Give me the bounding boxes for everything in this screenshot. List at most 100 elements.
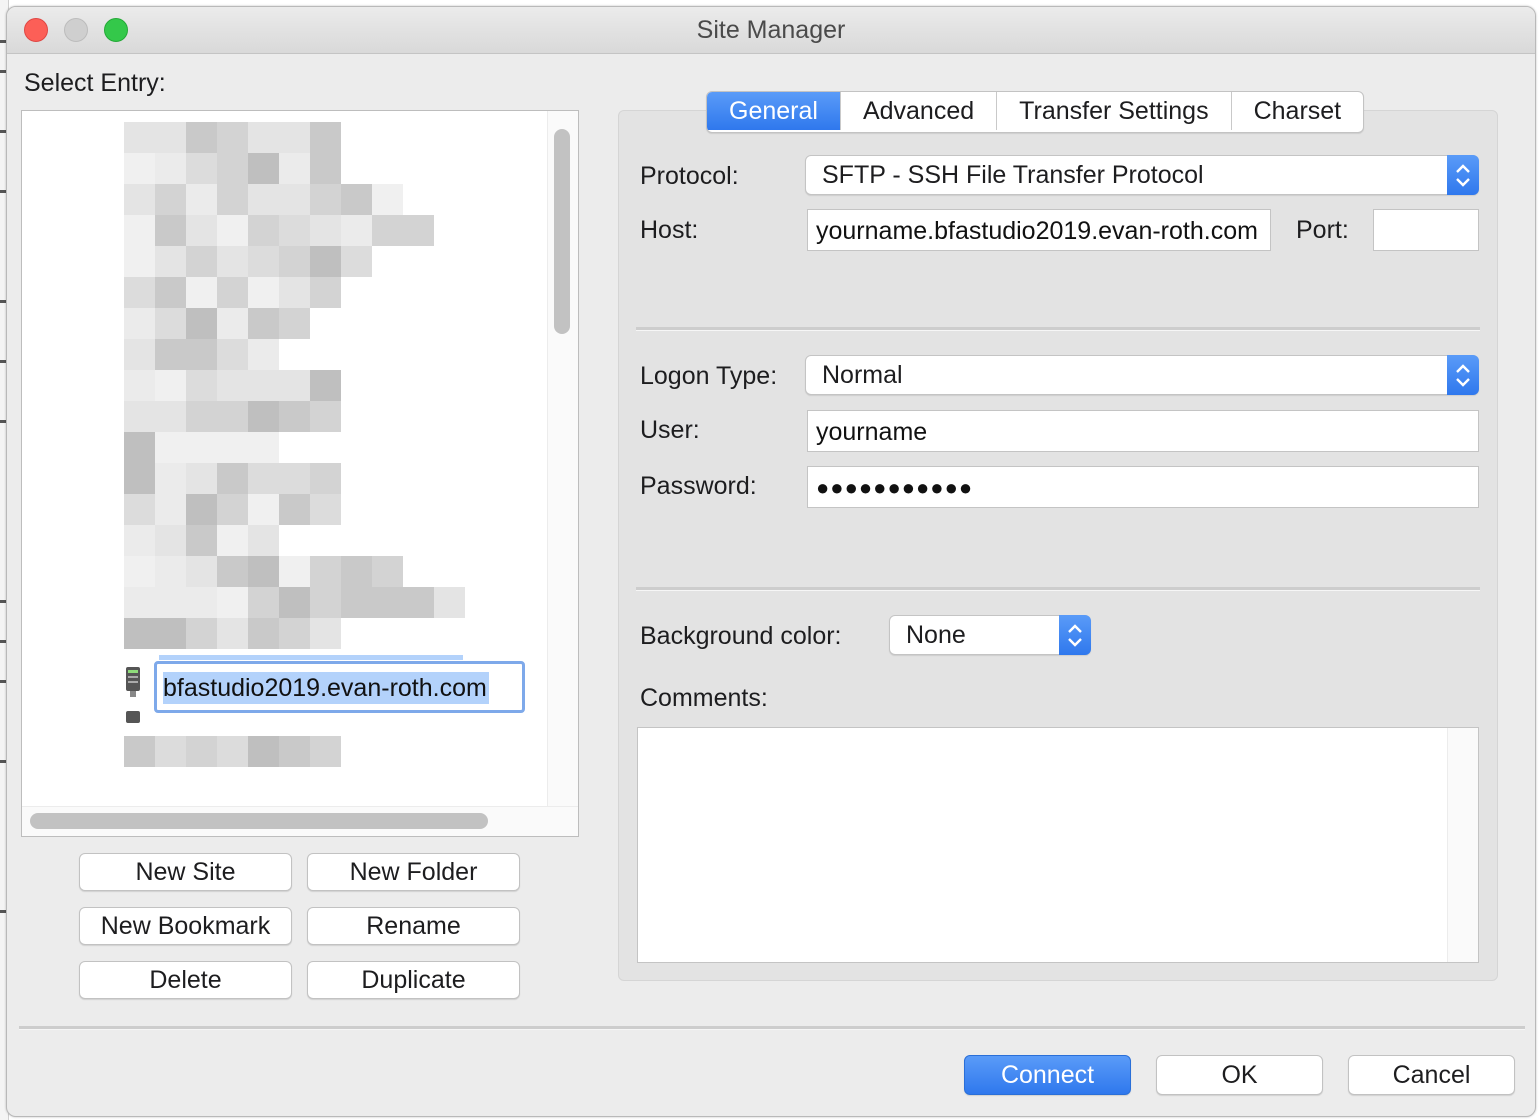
rename-button[interactable]: Rename <box>307 907 520 945</box>
connect-button[interactable]: Connect <box>964 1055 1131 1095</box>
blurred-pixel <box>186 277 217 308</box>
background-color-select[interactable]: None <box>889 615 1091 655</box>
blurred-pixel <box>310 122 341 153</box>
blurred-pixel <box>372 215 403 246</box>
tree-horizontal-scroll-thumb[interactable] <box>30 813 488 829</box>
tab-general[interactable]: General <box>707 92 841 130</box>
blurred-pixel <box>186 618 217 649</box>
delete-button[interactable]: Delete <box>79 961 292 999</box>
blurred-pixel <box>279 370 310 401</box>
password-label: Password: <box>640 472 757 500</box>
logon-type-value: Normal <box>822 361 903 389</box>
port-label: Port: <box>1296 216 1349 244</box>
blurred-pixel <box>310 246 341 277</box>
blurred-pixel <box>186 308 217 339</box>
blurred-pixel <box>155 184 186 215</box>
blurred-pixel <box>341 556 372 587</box>
blurred-pixel <box>124 556 155 587</box>
settings-tabs: General Advanced Transfer Settings Chars… <box>706 91 1365 133</box>
user-label: User: <box>640 416 700 444</box>
protocol-select[interactable]: SFTP - SSH File Transfer Protocol <box>805 155 1479 195</box>
blurred-pixel <box>248 308 279 339</box>
blurred-pixel <box>217 122 248 153</box>
blurred-pixel <box>310 153 341 184</box>
blurred-pixel <box>372 556 403 587</box>
blurred-pixel <box>155 494 186 525</box>
blurred-pixel <box>124 463 155 494</box>
cancel-button[interactable]: Cancel <box>1348 1055 1515 1095</box>
blurred-pixel <box>310 736 341 767</box>
tab-advanced[interactable]: Advanced <box>841 92 998 130</box>
blurred-pixel <box>124 184 155 215</box>
blurred-pixel <box>186 370 217 401</box>
blurred-pixel <box>279 277 310 308</box>
site-name-edit-field[interactable]: bfastudio2019.evan-roth.com <box>154 655 525 713</box>
blurred-pixel <box>217 308 248 339</box>
server-icon <box>126 667 140 697</box>
ok-button[interactable]: OK <box>1156 1055 1323 1095</box>
new-folder-button[interactable]: New Folder <box>307 853 520 891</box>
blurred-pixel <box>124 401 155 432</box>
blurred-pixel <box>248 153 279 184</box>
blurred-pixel <box>124 246 155 277</box>
logon-type-label: Logon Type: <box>640 362 778 390</box>
password-value: ●●●●●●●●●●● <box>816 475 974 500</box>
comments-scrollbar[interactable] <box>1447 728 1478 962</box>
password-input[interactable]: ●●●●●●●●●●● <box>807 466 1479 508</box>
tab-charset[interactable]: Charset <box>1232 92 1364 130</box>
blurred-pixel <box>155 401 186 432</box>
blurred-pixel <box>217 153 248 184</box>
user-input[interactable]: yourname <box>807 410 1479 452</box>
blurred-pixel <box>155 556 186 587</box>
host-label: Host: <box>640 216 699 244</box>
blurred-pixel <box>248 339 279 370</box>
port-input[interactable] <box>1373 209 1479 251</box>
blurred-pixel <box>124 277 155 308</box>
blurred-pixel <box>217 339 248 370</box>
blurred-pixel <box>279 215 310 246</box>
blurred-pixel <box>248 122 279 153</box>
server-icon <box>126 711 140 723</box>
blurred-pixel <box>372 587 403 618</box>
blurred-pixel <box>279 401 310 432</box>
blurred-pixel <box>217 463 248 494</box>
blurred-pixel <box>186 432 217 463</box>
blurred-pixel <box>217 184 248 215</box>
blurred-pixel <box>279 246 310 277</box>
blurred-pixel <box>186 587 217 618</box>
tab-transfer-settings[interactable]: Transfer Settings <box>997 92 1232 130</box>
blurred-pixel <box>248 215 279 246</box>
comments-textarea[interactable] <box>637 727 1479 963</box>
duplicate-button[interactable]: Duplicate <box>307 961 520 999</box>
blurred-pixel <box>217 618 248 649</box>
blurred-pixel <box>124 525 155 556</box>
new-bookmark-button[interactable]: New Bookmark <box>79 907 292 945</box>
blurred-pixel <box>248 184 279 215</box>
new-site-button[interactable]: New Site <box>79 853 292 891</box>
site-tree[interactable]: bfastudio2019.evan-roth.com <box>21 110 579 837</box>
comments-label: Comments: <box>640 684 768 712</box>
blurred-pixel <box>155 587 186 618</box>
blurred-pixel <box>124 308 155 339</box>
blurred-pixel <box>124 370 155 401</box>
logon-type-select[interactable]: Normal <box>805 355 1479 395</box>
tree-vertical-scroll-thumb[interactable] <box>554 129 570 334</box>
blurred-pixel <box>186 122 217 153</box>
blurred-pixel <box>124 122 155 153</box>
blurred-pixel <box>124 494 155 525</box>
blurred-pixel <box>186 184 217 215</box>
blurred-pixel <box>341 246 372 277</box>
host-input[interactable]: yourname.bfastudio2019.evan-roth.com <box>807 209 1271 251</box>
blurred-pixel <box>155 370 186 401</box>
host-value: yourname.bfastudio2019.evan-roth.com <box>816 217 1258 245</box>
blurred-pixel <box>403 587 434 618</box>
blurred-pixel <box>155 215 186 246</box>
separator <box>19 1026 1525 1030</box>
blurred-pixel <box>248 494 279 525</box>
select-entry-label: Select Entry: <box>24 69 166 97</box>
blurred-pixel <box>248 736 279 767</box>
blurred-pixel <box>186 339 217 370</box>
blurred-pixel <box>248 277 279 308</box>
title-bar[interactable]: Site Manager <box>7 7 1535 54</box>
site-name-value: bfastudio2019.evan-roth.com <box>163 672 489 704</box>
